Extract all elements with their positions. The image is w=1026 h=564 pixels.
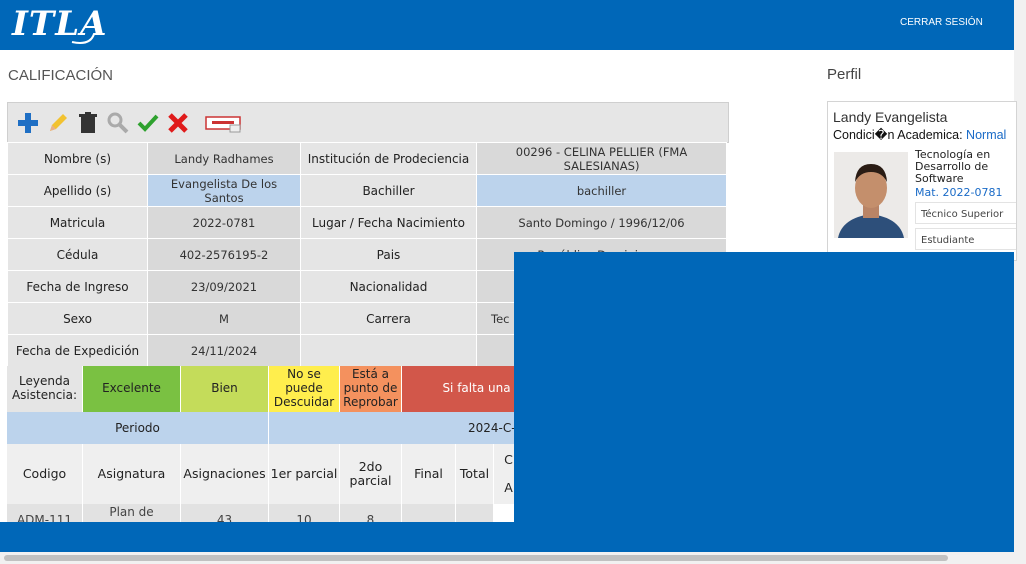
col-final: Final (402, 444, 456, 504)
blue-overlay-panel (514, 252, 1014, 552)
accept-icon[interactable] (136, 111, 160, 135)
cedula-label: Cédula (7, 238, 148, 271)
condition-label: Condici�n Academica: (833, 128, 963, 142)
institucion-label: Institución de Prodeciencia (300, 142, 477, 175)
lugar-value: Santo Domingo / 1996/12/06 (476, 206, 727, 239)
condition-value: Normal (966, 128, 1007, 142)
col-asignaciones: Asignaciones (181, 444, 269, 504)
profile-condition: Condici�n Academica: Normal (833, 127, 1006, 142)
period-row: Periodo 2024-C- (7, 412, 569, 444)
top-header-bar: ITLA CERRAR SESIÓN (0, 0, 1014, 50)
print-icon[interactable] (204, 111, 244, 135)
nombre-value: Landy Radhames (147, 142, 301, 175)
toolbar (7, 102, 729, 143)
row-asignaciones: 43 (181, 504, 269, 522)
nacionalidad-label: Nacionalidad (300, 270, 477, 303)
attendance-legend: Leyenda Asistencia: Excelente Bien No se… (7, 366, 552, 412)
col-cutoff-a: A (504, 480, 513, 495)
vertical-scrollbar[interactable] (1014, 0, 1026, 552)
table-row[interactable]: ADM-111 Plan de 43 10 8 (7, 504, 494, 522)
row-codigo: ADM-111 (7, 504, 83, 522)
profile-title: Perfil (827, 66, 862, 83)
profile-card: Landy Evangelista Condici�n Academica: N… (827, 101, 1017, 261)
legend-punto-reprobar: Está a punto de Reprobar (340, 366, 402, 412)
search-icon[interactable] (106, 111, 130, 135)
pais-label: Pais (300, 238, 477, 271)
col-asignatura: Asignatura (83, 444, 181, 504)
period-label: Periodo (7, 412, 269, 444)
col-cutoff-c: C (504, 451, 513, 467)
sexo-label: Sexo (7, 302, 148, 335)
profile-matricula: Mat. 2022-0781 (915, 186, 1003, 199)
bachiller-label: Bachiller (300, 174, 477, 207)
delete-icon[interactable] (76, 111, 100, 135)
profile-role: Estudiante (915, 228, 1016, 250)
ingreso-label: Fecha de Ingreso (7, 270, 148, 303)
legend-excelente: Excelente (83, 366, 181, 412)
col-1er-parcial: 1er parcial (269, 444, 340, 504)
expedicion-value: 24/11/2024 (147, 334, 301, 367)
ingreso-value: 23/09/2021 (147, 270, 301, 303)
lugar-label: Lugar / Fecha Nacimiento (300, 206, 477, 239)
avatar-photo-icon (834, 152, 908, 238)
expedicion-label: Fecha de Expedición (7, 334, 148, 367)
legend-label: Leyenda Asistencia: (7, 366, 83, 412)
row-total (456, 504, 494, 522)
horizontal-scrollbar[interactable] (0, 552, 1026, 564)
row-final (402, 504, 456, 522)
avatar (834, 152, 908, 238)
cancel-icon[interactable] (166, 111, 190, 135)
grades-header: Codigo Asignatura Asignaciones 1er parci… (7, 444, 524, 504)
carrera-label: Carrera (300, 302, 477, 335)
apellido-label: Apellido (s) (7, 174, 148, 207)
profile-name: Landy Evangelista (833, 109, 948, 125)
logo-swoosh-icon (71, 33, 95, 44)
sexo-value: M (147, 302, 301, 335)
legend-bien: Bien (181, 366, 269, 412)
institucion-value: 00296 - CELINA PELLIER (FMA SALESIANAS) (476, 142, 727, 175)
col-total: Total (456, 444, 494, 504)
col-codigo: Codigo (7, 444, 83, 504)
bachiller-value: bachiller (476, 174, 727, 207)
scrollbar-thumb[interactable] (4, 555, 948, 561)
row-2do-parcial: 8 (340, 504, 402, 522)
logout-link[interactable]: CERRAR SESIÓN (900, 17, 983, 28)
legend-no-descuidar: No se puede Descuidar (269, 366, 340, 412)
col-2do-parcial: 2do parcial (340, 444, 402, 504)
profile-career: Tecnología en Desarrollo de Software (915, 148, 991, 186)
row-asignatura: Plan de (83, 504, 181, 522)
matricula-label: Matricula (7, 206, 148, 239)
edit-icon[interactable] (46, 111, 70, 135)
blue-overlay-bottom (0, 522, 1014, 552)
profile-level: Técnico Superior (915, 202, 1016, 224)
matricula-value: 2022-0781 (147, 206, 301, 239)
empty-cell (300, 334, 477, 367)
page-title: CALIFICACIÓN (8, 67, 114, 84)
apellido-value: Evangelista De los Santos (147, 174, 301, 207)
cedula-value: 402-2576195-2 (147, 238, 301, 271)
nombre-label: Nombre (s) (7, 142, 148, 175)
row-1er-parcial: 10 (269, 504, 340, 522)
add-icon[interactable] (16, 111, 40, 135)
